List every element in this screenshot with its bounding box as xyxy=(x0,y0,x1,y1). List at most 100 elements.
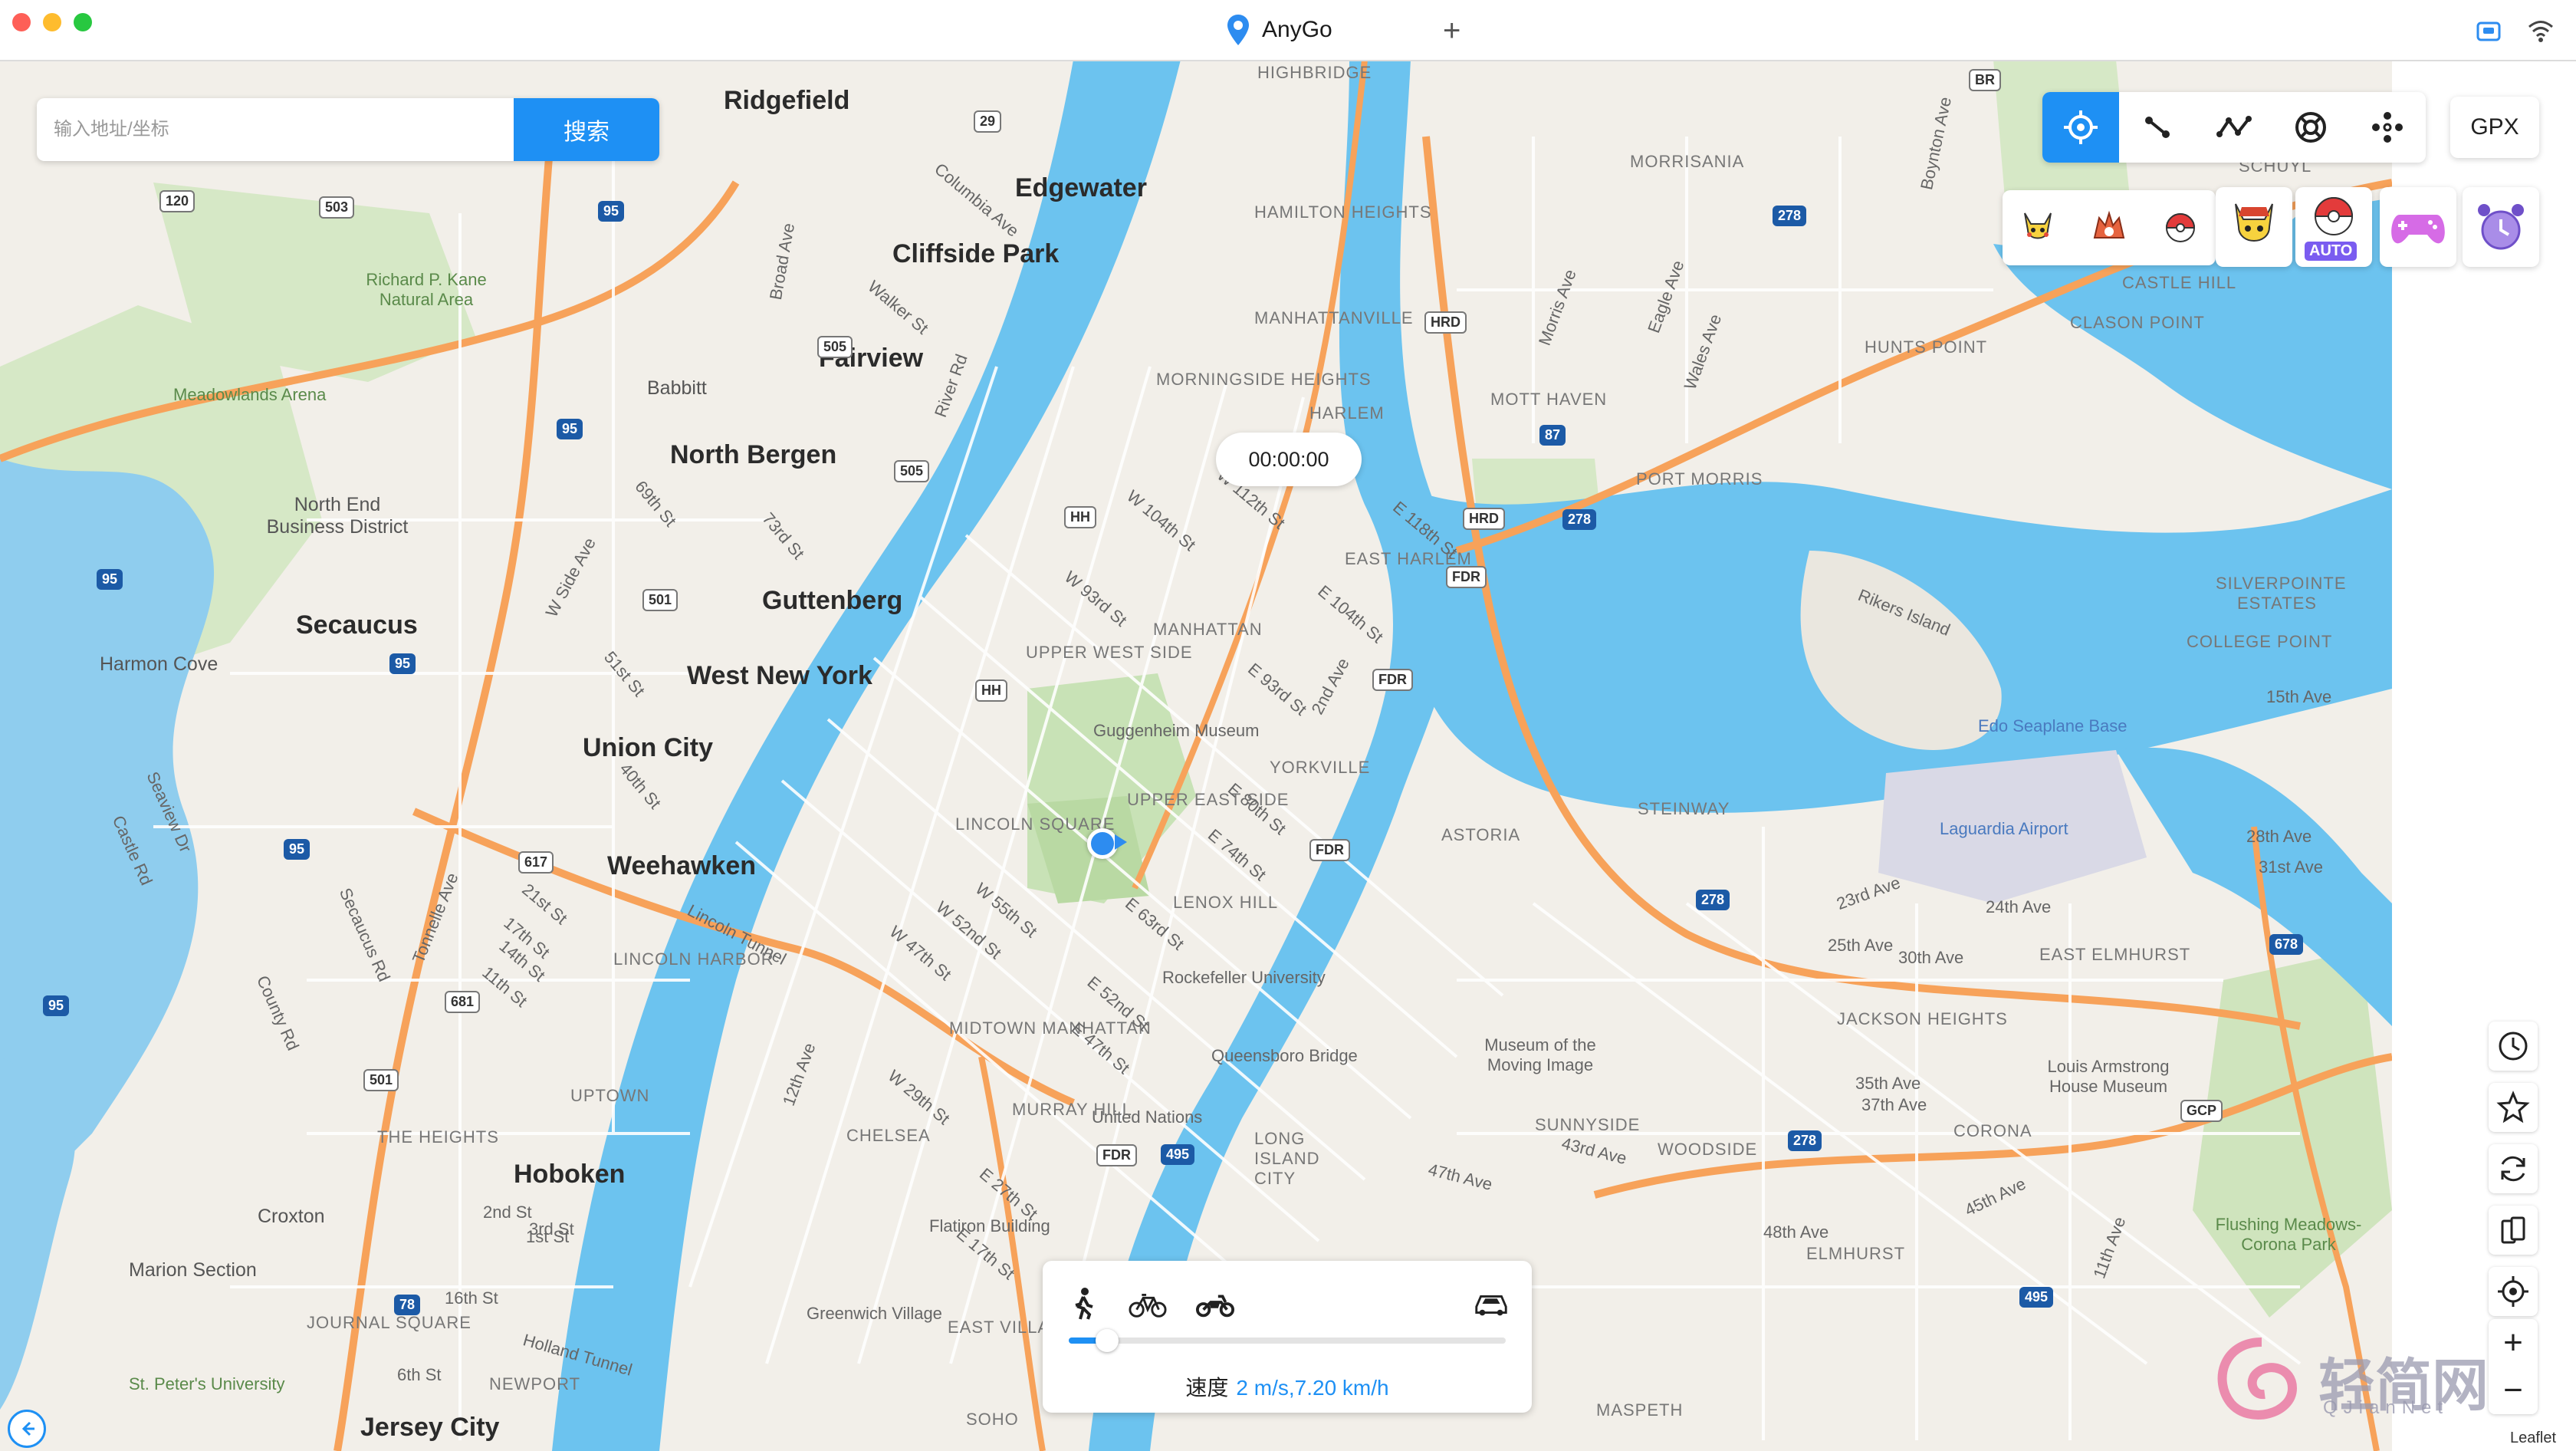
place-label: Union City xyxy=(583,733,713,762)
watermark-logo: 轻简网 QJianNet xyxy=(2208,1334,2489,1426)
district-label: YORKVILLE xyxy=(1270,758,1371,777)
star-icon xyxy=(2496,1091,2530,1124)
device-toolbox-icon[interactable] xyxy=(2475,17,2502,44)
clock-icon xyxy=(2499,1031,2528,1061)
place-label: Weehawken xyxy=(607,851,757,880)
zoom-in-button[interactable]: + xyxy=(2503,1324,2523,1362)
district-label: PORT MORRIS xyxy=(1636,469,1763,489)
joystick-mode-button[interactable] xyxy=(2349,92,2426,163)
district-label: LINCOLN HARBOR xyxy=(613,949,774,969)
place-label: Hoboken xyxy=(514,1160,626,1189)
place-label: Queensboro Bridge xyxy=(1211,1046,1358,1065)
district-label: CORONA xyxy=(1953,1121,2032,1140)
app-title-label: AnyGo xyxy=(1262,17,1332,42)
interstate-95-shield: 95 xyxy=(97,569,123,590)
gpx-import-button[interactable]: GPX xyxy=(2450,97,2539,158)
street-label: 15th Ave xyxy=(2266,687,2332,706)
refresh-button[interactable] xyxy=(2489,1144,2538,1193)
district-label: SOHO xyxy=(966,1410,1019,1429)
search-button[interactable]: 搜索 xyxy=(514,98,659,161)
pokemon-trainer-button[interactable] xyxy=(2216,187,2292,267)
jump-teleport-mode-button[interactable] xyxy=(2272,92,2349,163)
walk-mode-button[interactable] xyxy=(1064,1287,1102,1321)
new-tab-plus-icon[interactable]: + xyxy=(1443,15,1460,46)
br-route-shield: BR xyxy=(1969,69,2001,91)
hh-route-shield: HH xyxy=(975,679,1007,702)
place-label: Museum of the Moving Image xyxy=(1484,1035,1596,1074)
place-label: Edo Seaplane Base xyxy=(1978,716,2128,735)
multi-spot-mode-button[interactable] xyxy=(2196,92,2272,163)
zoom-window-button[interactable] xyxy=(74,13,92,31)
car-mode-button[interactable] xyxy=(1472,1287,1510,1321)
motorcycle-icon xyxy=(1196,1295,1234,1318)
district-label: UPTOWN xyxy=(570,1086,650,1105)
close-window-button[interactable] xyxy=(12,13,31,31)
right-panel xyxy=(2392,60,2576,1451)
locate-me-button[interactable] xyxy=(2489,1267,2538,1316)
favorites-button[interactable] xyxy=(2489,1083,2538,1132)
auto-catch-button[interactable]: AUTO xyxy=(2295,187,2372,267)
district-label: MIDTOWN MANHATTAN xyxy=(949,1018,1152,1038)
devices-icon xyxy=(2501,1216,2525,1244)
district-label: MOTT HAVEN xyxy=(1490,390,1608,409)
interstate-495-shield: 495 xyxy=(1161,1144,1195,1165)
cooldown-timer-button[interactable] xyxy=(2463,187,2539,267)
bicycle-mode-button[interactable] xyxy=(1129,1287,1167,1321)
route-501-shield: 501 xyxy=(642,589,678,611)
history-button[interactable] xyxy=(2489,1022,2538,1071)
multi-device-button[interactable] xyxy=(2489,1206,2538,1255)
map-attribution[interactable]: Leaflet xyxy=(2505,1428,2561,1449)
interstate-278-shield: 278 xyxy=(1773,206,1807,226)
place-label: St. Peter's University xyxy=(129,1374,285,1393)
district-label: HAMILTON HEIGHTS xyxy=(1254,202,1432,222)
district-label: MORNINGSIDE HEIGHTS xyxy=(1156,370,1372,389)
raid-boss-icon[interactable] xyxy=(2088,207,2130,248)
heading-arrow-icon xyxy=(1115,834,1127,850)
district-label: SILVERPOINTE ESTATES xyxy=(2216,574,2347,613)
app-logo-icon xyxy=(1227,15,1249,45)
gamepad-icon xyxy=(2391,215,2445,244)
street-label: 35th Ave xyxy=(1855,1074,1921,1093)
district-label: LONG ISLAND CITY xyxy=(1254,1129,1320,1188)
street-label: 48th Ave xyxy=(1763,1222,1829,1242)
motorcycle-mode-button[interactable] xyxy=(1196,1287,1234,1321)
district-label: MORRISANIA xyxy=(1630,152,1745,171)
place-label: Marion Section xyxy=(129,1259,257,1281)
map-view[interactable]: Ridgefield Edgewater Cliffside Park Fair… xyxy=(0,60,2392,1451)
fdr-route-shield: FDR xyxy=(1096,1144,1137,1166)
teleport-mode-button[interactable] xyxy=(2042,92,2119,163)
hh-route-shield: HH xyxy=(1064,506,1096,528)
place-label: North End Business District xyxy=(266,494,409,538)
street-label: 30th Ave xyxy=(1898,948,1964,967)
district-label: NEWPORT xyxy=(489,1374,581,1393)
game-mode-bar xyxy=(2003,190,2216,265)
speed-panel: 速度 2 m/s,7.20 km/h xyxy=(1043,1261,1532,1413)
alarm-clock-icon xyxy=(2478,204,2524,250)
gamepad-button[interactable] xyxy=(2380,187,2456,267)
place-label: Meadowlands Arena xyxy=(173,385,327,404)
minimize-window-button[interactable] xyxy=(43,13,61,31)
fdr-route-shield: FDR xyxy=(1446,566,1487,588)
back-button[interactable] xyxy=(8,1410,46,1448)
speed-slider-handle[interactable] xyxy=(1095,1329,1119,1352)
route-501-shield: 501 xyxy=(363,1069,399,1091)
route-505-shield: 505 xyxy=(817,336,853,358)
district-label: MASPETH xyxy=(1596,1400,1684,1420)
movement-timer: 00:00:00 xyxy=(1216,433,1362,486)
search-input[interactable] xyxy=(37,98,546,161)
wifi-icon[interactable] xyxy=(2527,17,2555,44)
two-spot-mode-button[interactable] xyxy=(2119,92,2196,163)
zoom-out-button[interactable]: − xyxy=(2503,1371,2523,1410)
speed-slider[interactable] xyxy=(1069,1329,1506,1352)
pikachu-icon[interactable] xyxy=(2017,207,2058,248)
pokeball-icon[interactable] xyxy=(2160,207,2201,248)
place-label: Louis Armstrong House Museum xyxy=(2047,1057,2170,1096)
district-label: MURRAY HILL xyxy=(1012,1100,1132,1119)
place-label: Harmon Cove xyxy=(100,653,219,675)
interstate-95-shield: 95 xyxy=(43,995,70,1016)
street-label: 2nd St xyxy=(483,1203,532,1222)
place-label: Croxton xyxy=(258,1206,325,1227)
speed-readout: 速度 2 m/s,7.20 km/h xyxy=(1043,1371,1532,1402)
route-120-shield: 120 xyxy=(159,190,196,212)
auto-badge: AUTO xyxy=(2305,242,2358,261)
